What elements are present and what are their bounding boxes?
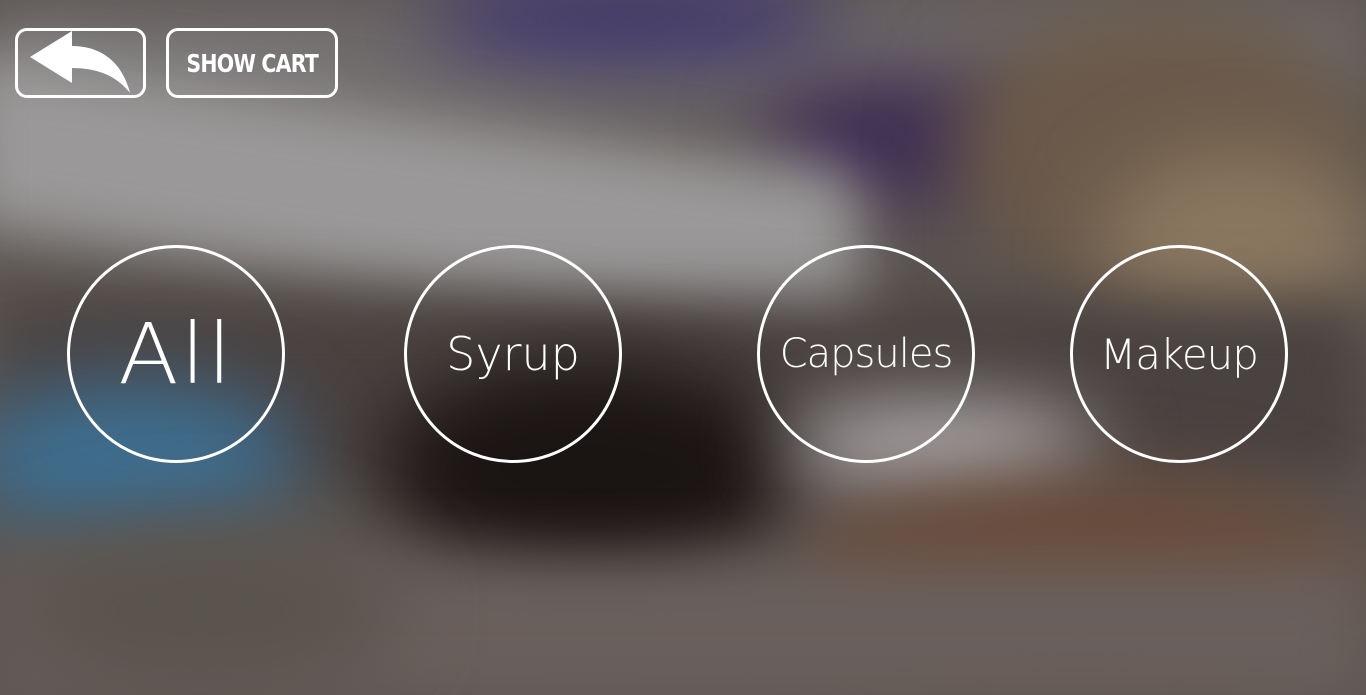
show-cart-label: SHOW CART	[186, 48, 318, 78]
back-arrow-icon	[29, 31, 130, 93]
category-capsules-label: Capsules	[779, 331, 954, 377]
back-button[interactable]	[15, 28, 146, 98]
category-all-button[interactable]: All	[67, 245, 285, 463]
category-all-label: All	[118, 305, 234, 403]
category-syrup-label: Syrup	[446, 327, 580, 381]
category-capsules-button[interactable]: Capsules	[757, 245, 975, 463]
category-syrup-button[interactable]: Syrup	[404, 245, 622, 463]
category-makeup-label: Makeup	[1100, 329, 1259, 379]
show-cart-button[interactable]: SHOW CART	[166, 28, 338, 98]
category-makeup-button[interactable]: Makeup	[1070, 245, 1288, 463]
